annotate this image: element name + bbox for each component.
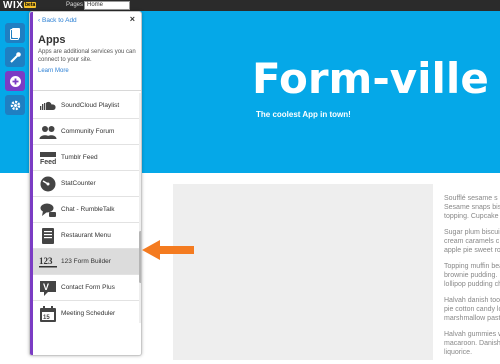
wix-logo: WIX: [3, 0, 24, 11]
editor-top-bar: WIX beta Pages Home: [0, 0, 500, 11]
app-label: 123 Form Builder: [61, 258, 111, 265]
close-icon[interactable]: ×: [130, 14, 135, 24]
app-item-rumbletalk[interactable]: Chat - RumbleTalk: [33, 197, 139, 223]
app-label: StatCounter: [61, 180, 96, 187]
paragraph: Sugar plum biscui cream caramels c apple p…: [444, 229, 500, 254]
feed-icon: Feed: [39, 149, 57, 167]
pages-dropdown-value: Home: [87, 2, 104, 8]
settings-icon: [10, 100, 20, 110]
apps-panel: ‹ Back to Add × Apps Apps are additional…: [29, 11, 142, 356]
editor-tool-strip: [0, 23, 30, 123]
app-label: Chat - RumbleTalk: [61, 206, 115, 213]
app-item-restaurant-menu[interactable]: Restaurant Menu: [33, 223, 139, 249]
app-label: Restaurant Menu: [61, 232, 111, 239]
app-label: Community Forum: [61, 128, 115, 135]
app-label: Contact Form Plus: [61, 284, 115, 291]
paragraph: Halvah danish too pie cotton candy lo mars…: [444, 297, 500, 322]
divider: [33, 90, 141, 91]
paragraph: Soufflé sesame s Sesame snaps bis topping.…: [444, 195, 500, 220]
pages-label: Pages: [66, 2, 84, 8]
settings-tool-button[interactable]: [5, 95, 25, 115]
app-item-123-form-builder[interactable]: 123 123 Form Builder: [33, 249, 139, 275]
forum-icon: [39, 123, 57, 141]
app-item-tumblr-feed[interactable]: Feed Tumblr Feed: [33, 145, 139, 171]
site-subtitle[interactable]: The coolest App in town!: [256, 110, 351, 120]
svg-text:123: 123: [39, 256, 53, 266]
app-label: Meeting Scheduler: [61, 310, 116, 317]
apps-list-scrollbar[interactable]: [139, 93, 141, 323]
design-icon: [9, 51, 21, 63]
site-title[interactable]: Form-ville: [252, 55, 489, 103]
back-to-add-link[interactable]: ‹ Back to Add: [38, 16, 77, 25]
design-tool-button[interactable]: [5, 47, 25, 67]
chat-icon: [39, 201, 57, 219]
pages-dropdown[interactable]: Home: [84, 1, 130, 10]
panel-title: Apps: [38, 34, 66, 46]
contact-form-icon: V: [39, 279, 57, 297]
app-item-community-forum[interactable]: Community Forum: [33, 119, 139, 145]
svg-text:Feed: Feed: [40, 159, 56, 166]
paragraph: Halvah gummies w macaroon. Danish liquoric…: [444, 331, 500, 356]
soundcloud-icon: [39, 97, 57, 115]
add-tool-button[interactable]: [5, 71, 25, 91]
menu-icon: [39, 227, 57, 245]
form-builder-icon: 123: [39, 253, 57, 271]
svg-text:15: 15: [43, 315, 50, 321]
apps-list: SoundCloud Playlist Community Forum Feed…: [33, 93, 139, 323]
calendar-icon: 15: [39, 305, 57, 323]
panel-description: Apps are additional services you can con…: [38, 49, 136, 63]
app-item-statcounter[interactable]: StatCounter: [33, 171, 139, 197]
app-label: SoundCloud Playlist: [61, 102, 120, 109]
pages-tool-button[interactable]: [5, 23, 25, 43]
svg-text:V: V: [43, 282, 49, 292]
orange-arrow-icon: [142, 240, 194, 260]
pages-icon: [9, 27, 20, 40]
text-column[interactable]: Soufflé sesame s Sesame snaps bis topping.…: [444, 194, 500, 364]
app-label: Tumblr Feed: [61, 154, 98, 161]
add-icon: [9, 75, 21, 87]
learn-more-link[interactable]: Learn More: [38, 67, 69, 75]
app-item-meeting-scheduler[interactable]: 15 Meeting Scheduler: [33, 301, 139, 323]
beta-badge: beta: [24, 2, 37, 8]
app-item-contact-form-plus[interactable]: V Contact Form Plus: [33, 275, 139, 301]
statcounter-icon: [39, 175, 57, 193]
paragraph: Topping muffin bea brownie pudding. lollip…: [444, 263, 500, 288]
app-item-soundcloud[interactable]: SoundCloud Playlist: [33, 93, 139, 119]
content-block[interactable]: [173, 184, 433, 360]
